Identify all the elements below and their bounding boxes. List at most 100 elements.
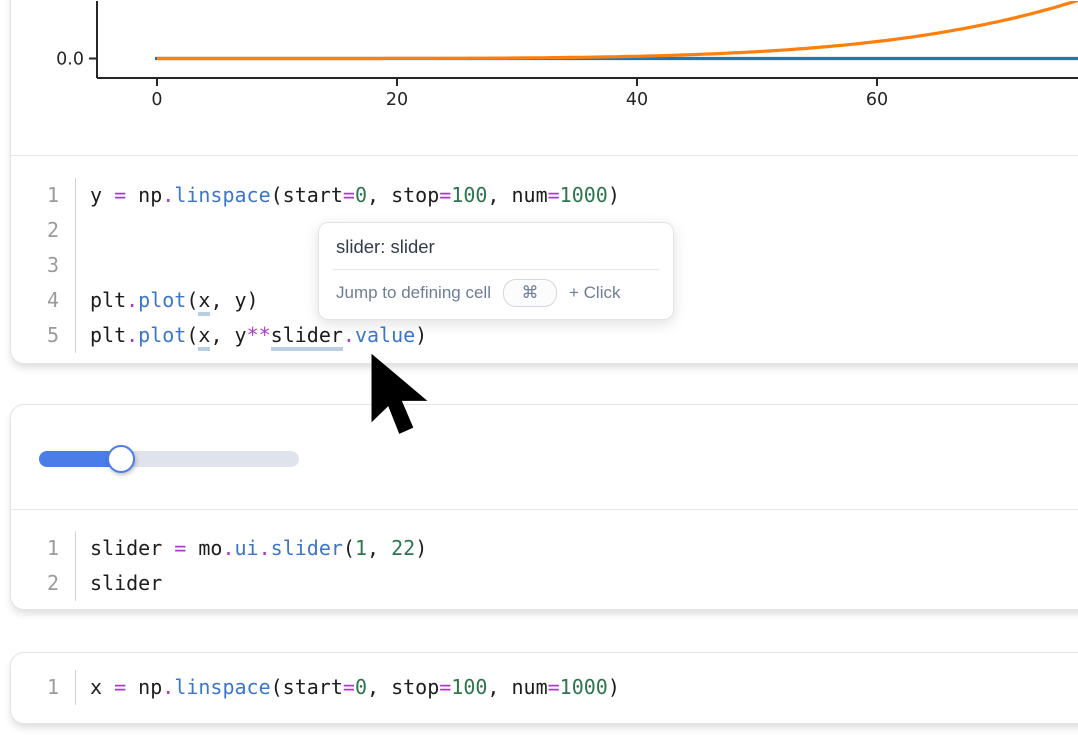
code-token: 1000 (560, 183, 608, 207)
code-token: = (114, 183, 126, 207)
notebook-cell-slider: 1slider = mo.ui.slider(1, 22)2 slider (10, 404, 1078, 610)
jump-to-defining-cell-label: Jump to defining cell (336, 283, 491, 303)
code-token: plt (90, 323, 126, 347)
code-token: np (126, 183, 162, 207)
code-content[interactable]: slider (76, 566, 162, 601)
matplotlib-chart: 0.0 0 20 40 60 (11, 1, 1078, 155)
code-line[interactable]: 1slider = mo.ui.slider(1, 22) (11, 531, 1078, 566)
code-token: ** (247, 323, 271, 347)
slider-thumb[interactable] (107, 445, 135, 473)
code-token: = (439, 183, 451, 207)
code-token: , num (487, 675, 547, 699)
line-number: 2 (11, 566, 76, 601)
code-token: (start (271, 183, 343, 207)
code-token: ui (235, 536, 259, 560)
code-line[interactable]: 5plt.plot(x, y**slider.value) (11, 318, 1078, 353)
line-number: 1 (11, 531, 76, 566)
code-token: . (126, 288, 138, 312)
mouse-cursor-icon (368, 350, 434, 438)
x-tick-label: 20 (386, 90, 408, 110)
notebook-cell-x: 1x = np.linspace(start=0, stop=100, num=… (10, 652, 1078, 724)
code-token: = (548, 675, 560, 699)
code-token: ) (608, 675, 620, 699)
code-token: , y) (210, 288, 258, 312)
line-number: 1 (11, 178, 76, 213)
code-line[interactable]: 1x = np.linspace(start=0, stop=100, num=… (11, 670, 1078, 705)
code-token: = (174, 536, 186, 560)
tooltip-variable-name: slider: slider (319, 223, 673, 269)
code-content[interactable]: slider = mo.ui.slider(1, 22) (76, 531, 427, 566)
code-token: = (548, 183, 560, 207)
command-key-badge: ⌘ (503, 279, 557, 307)
code-token: 22 (391, 536, 415, 560)
x-tick-label: 60 (866, 90, 888, 110)
code-token: slider (90, 571, 162, 595)
code-content[interactable] (76, 213, 90, 248)
code-token: . (162, 675, 174, 699)
code-token: y (90, 183, 114, 207)
slider-track[interactable] (39, 451, 299, 467)
code-line[interactable]: 2 slider (11, 566, 1078, 601)
code-token: 100 (451, 675, 487, 699)
variable-tooltip: slider: slider Jump to defining cell ⌘ +… (318, 222, 674, 320)
variable-reference[interactable]: slider (271, 323, 343, 351)
code-token: . (126, 323, 138, 347)
code-editor-slider[interactable]: 1slider = mo.ui.slider(1, 22)2 slider (11, 510, 1078, 611)
code-token: linspace (174, 675, 270, 699)
code-token: plot (138, 323, 186, 347)
plot-output-area: 0.0 0 20 40 60 (11, 0, 1078, 156)
line-number: 4 (11, 283, 76, 318)
code-token: 100 (451, 183, 487, 207)
plus-click-label: + Click (569, 283, 620, 303)
code-token: . (343, 323, 355, 347)
line-number: 5 (11, 318, 76, 353)
code-token: , (367, 536, 391, 560)
code-content[interactable] (76, 248, 90, 283)
code-line[interactable]: 1y = np.linspace(start=0, stop=100, num=… (11, 178, 1078, 213)
code-token: . (162, 183, 174, 207)
code-content[interactable]: plt.plot(x, y**slider.value) (76, 318, 427, 353)
code-token: 0 (355, 675, 367, 699)
code-token: np (126, 675, 162, 699)
code-token: , stop (367, 675, 439, 699)
code-token: , stop (367, 183, 439, 207)
code-token: ( (186, 323, 198, 347)
code-token: 1000 (560, 675, 608, 699)
code-token: linspace (174, 183, 270, 207)
code-token: = (343, 183, 355, 207)
code-token: mo (186, 536, 222, 560)
code-content[interactable]: y = np.linspace(start=0, stop=100, num=1… (76, 178, 620, 213)
code-token: 0 (355, 183, 367, 207)
code-content[interactable]: plt.plot(x, y) (76, 283, 259, 318)
x-tick-label: 0 (151, 90, 162, 110)
code-token: x (90, 675, 114, 699)
code-token: ( (186, 288, 198, 312)
line-number: 1 (11, 670, 76, 705)
y-tick-label: 0.0 (56, 50, 84, 70)
variable-reference[interactable]: x (198, 288, 210, 316)
x-tick-label: 40 (626, 90, 648, 110)
code-editor-x[interactable]: 1x = np.linspace(start=0, stop=100, num=… (11, 653, 1078, 721)
slider-output-area (11, 405, 1078, 510)
code-token: plot (138, 288, 186, 312)
code-token: , y (210, 323, 246, 347)
code-token: ) (415, 323, 427, 347)
variable-reference[interactable]: x (198, 323, 210, 351)
code-token: , num (487, 183, 547, 207)
code-token: 1 (355, 536, 367, 560)
code-token: ( (343, 536, 355, 560)
code-token: ) (608, 183, 620, 207)
code-token: = (114, 675, 126, 699)
code-token: ) (415, 536, 427, 560)
code-token: slider (271, 536, 343, 560)
line-number: 3 (11, 248, 76, 283)
code-token: = (343, 675, 355, 699)
code-token: = (439, 675, 451, 699)
code-token: value (355, 323, 415, 347)
line-number: 2 (11, 213, 76, 248)
series-curve-orange (157, 1, 1078, 59)
code-token: slider (90, 536, 174, 560)
code-content[interactable]: x = np.linspace(start=0, stop=100, num=1… (76, 670, 620, 705)
code-token: . (259, 536, 271, 560)
code-token: plt (90, 288, 126, 312)
